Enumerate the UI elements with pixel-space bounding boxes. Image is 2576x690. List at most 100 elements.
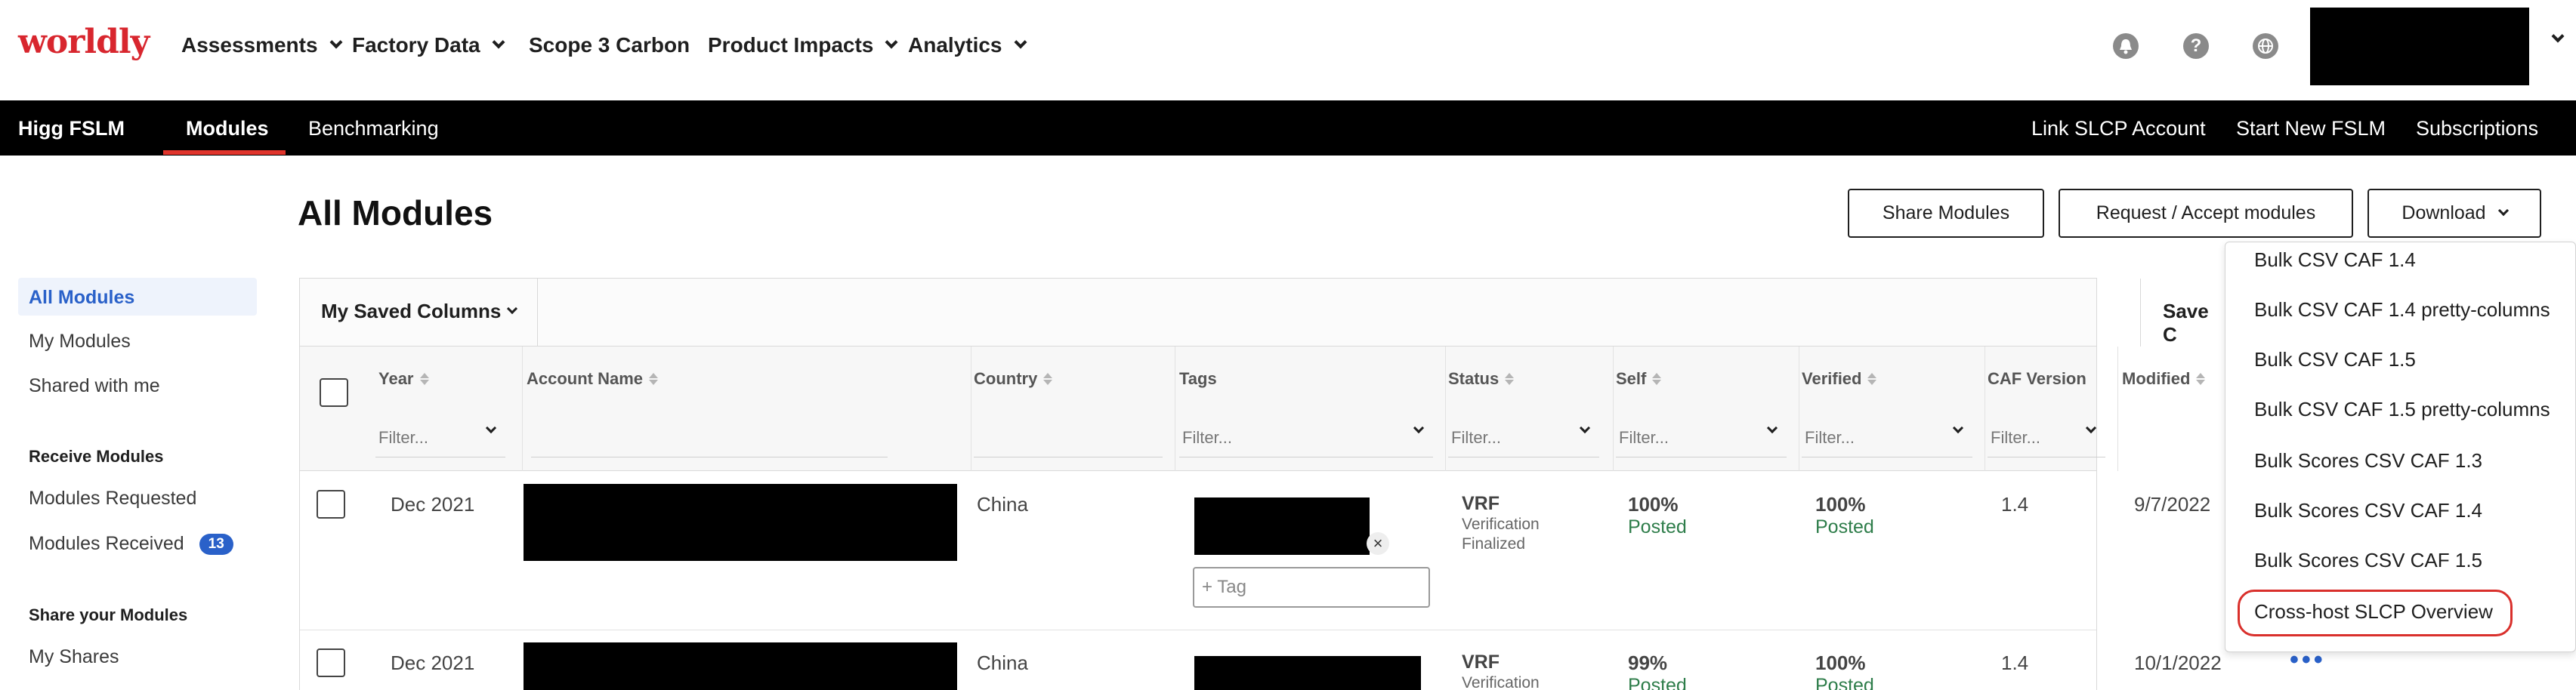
column-separator xyxy=(522,347,523,471)
table-row[interactable]: Dec 2021 China VRF Verification 99% Post… xyxy=(300,630,2323,690)
column-header-self[interactable]: Self xyxy=(1616,369,1662,389)
tab-modules[interactable]: Modules xyxy=(186,117,269,140)
sidebar-item-my-shares[interactable]: My Shares xyxy=(29,646,119,668)
status-label-line1: Verification xyxy=(1462,516,1540,533)
chevron-down-icon xyxy=(1014,35,1027,49)
subnav-brand[interactable]: Higg FSLM xyxy=(18,117,125,140)
menu-item-bulk-csv-caf-1-5-pretty[interactable]: Bulk CSV CAF 1.5 pretty-columns xyxy=(2254,398,2550,421)
share-modules-button[interactable]: Share Modules xyxy=(1848,189,2044,238)
row-self: 99% Posted xyxy=(1628,651,1687,690)
receive-modules-heading: Receive Modules xyxy=(29,447,164,466)
my-saved-columns-dropdown[interactable]: My Saved Columns xyxy=(321,300,518,323)
self-state: Posted xyxy=(1628,516,1687,538)
page-title: All Modules xyxy=(298,193,493,233)
remove-tag-icon[interactable]: × xyxy=(1367,532,1389,555)
caf-header-label: CAF Version xyxy=(1988,369,2086,388)
menu-item-bulk-scores-csv-caf-1-5[interactable]: Bulk Scores CSV CAF 1.5 xyxy=(2254,549,2482,572)
nav-scope3-carbon[interactable]: Scope 3 Carbon xyxy=(529,33,690,57)
menu-item-bulk-csv-caf-1-5[interactable]: Bulk CSV CAF 1.5 xyxy=(2254,348,2416,371)
sidebar-item-modules-requested[interactable]: Modules Requested xyxy=(29,488,196,510)
save-columns-button[interactable]: Save C xyxy=(2163,300,2209,347)
nav-factory-data[interactable]: Factory Data xyxy=(352,33,505,57)
status-code: VRF xyxy=(1462,651,1500,673)
self-state: Posted xyxy=(1628,675,1687,690)
globe-icon[interactable] xyxy=(2253,33,2278,59)
sidebar: All Modules My Modules Shared with me Re… xyxy=(0,156,272,690)
verified-filter-select[interactable]: Filter... xyxy=(1802,418,1972,457)
row-checkbox[interactable] xyxy=(317,648,345,677)
chevron-down-icon xyxy=(492,35,505,49)
nav-analytics[interactable]: Analytics xyxy=(908,33,1027,57)
account-name-filter-input[interactable] xyxy=(531,418,888,457)
add-tag-input[interactable]: + Tag xyxy=(1193,567,1430,608)
account-chevron-down-icon[interactable] xyxy=(2551,29,2565,43)
start-new-fslm-link[interactable]: Start New FSLM xyxy=(2236,117,2386,140)
self-percentage: 100% xyxy=(1628,493,1679,516)
active-tab-indicator xyxy=(163,150,286,155)
menu-item-bulk-scores-csv-caf-1-4[interactable]: Bulk Scores CSV CAF 1.4 xyxy=(2254,499,2482,522)
link-slcp-account-link[interactable]: Link SLCP Account xyxy=(2031,117,2206,140)
column-separator xyxy=(2117,347,2118,471)
sort-icon[interactable] xyxy=(2196,373,2206,385)
row-status: VRF Verification Finalized xyxy=(1462,493,1540,554)
modules-received-count-badge: 13 xyxy=(199,534,233,555)
caf-filter-select[interactable]: Filter... xyxy=(1988,418,2105,457)
status-filter-placeholder: Filter... xyxy=(1451,427,1502,447)
chevron-down-icon xyxy=(1579,422,1591,434)
row-verified: 100% Posted xyxy=(1815,651,1874,690)
verified-state: Posted xyxy=(1815,675,1874,690)
sort-icon[interactable] xyxy=(1652,373,1662,385)
share-your-modules-heading: Share your Modules xyxy=(29,605,188,624)
menu-item-cross-host-slcp-overview[interactable]: Cross-host SLCP Overview xyxy=(2254,600,2493,624)
country-header-label: Country xyxy=(974,369,1038,388)
sort-icon[interactable] xyxy=(1867,373,1877,385)
select-all-checkbox[interactable] xyxy=(320,378,348,407)
verified-state: Posted xyxy=(1815,516,1874,538)
account-name-redacted[interactable] xyxy=(524,484,957,561)
nav-assessments[interactable]: Assessments xyxy=(181,33,343,57)
country-filter-input[interactable] xyxy=(974,418,1163,457)
column-header-verified[interactable]: Verified xyxy=(1802,369,1877,389)
status-filter-select[interactable]: Filter... xyxy=(1448,418,1599,457)
nav-product-impacts[interactable]: Product Impacts xyxy=(708,33,898,57)
tags-filter-select[interactable]: Filter... xyxy=(1179,418,1433,457)
verified-header-label: Verified xyxy=(1802,369,1862,388)
user-account-redacted[interactable] xyxy=(2310,8,2529,85)
column-header-country[interactable]: Country xyxy=(974,369,1053,389)
sort-icon[interactable] xyxy=(1505,373,1515,385)
download-button[interactable]: Download xyxy=(2368,189,2541,238)
caf-filter-placeholder: Filter... xyxy=(1991,427,2041,447)
row-checkbox[interactable] xyxy=(317,490,345,519)
sidebar-item-modules-received[interactable]: Modules Received 13 xyxy=(29,533,233,555)
column-header-year[interactable]: Year xyxy=(378,369,429,389)
request-accept-modules-button[interactable]: Request / Accept modules xyxy=(2059,189,2353,238)
column-header-modified[interactable]: Modified xyxy=(2122,369,2206,389)
subscriptions-link[interactable]: Subscriptions xyxy=(2416,117,2538,140)
chevron-down-icon xyxy=(1952,422,1964,434)
column-header-account-name[interactable]: Account Name xyxy=(527,369,659,389)
sort-icon[interactable] xyxy=(1043,373,1053,385)
column-separator xyxy=(1613,347,1614,471)
self-header-label: Self xyxy=(1616,369,1647,388)
row-year: Dec 2021 xyxy=(391,651,475,674)
sort-icon[interactable] xyxy=(649,373,659,385)
account-name-redacted[interactable] xyxy=(524,642,957,690)
modules-table: My Saved Columns Save C Year Account Nam… xyxy=(299,278,2323,690)
table-row[interactable]: Dec 2021 China × + Tag VRF Verification … xyxy=(300,472,2210,630)
menu-item-bulk-csv-caf-1-4-pretty[interactable]: Bulk CSV CAF 1.4 pretty-columns xyxy=(2254,298,2550,322)
sidebar-item-shared-with-me[interactable]: Shared with me xyxy=(29,375,160,397)
menu-item-bulk-scores-csv-caf-1-3[interactable]: Bulk Scores CSV CAF 1.3 xyxy=(2254,449,2482,473)
row-modified: 10/1/2022 xyxy=(2134,651,2222,674)
menu-item-bulk-csv-caf-1-4[interactable]: Bulk CSV CAF 1.4 xyxy=(2254,248,2416,272)
nav-assessments-label: Assessments xyxy=(181,33,318,57)
sidebar-item-all-modules[interactable]: All Modules xyxy=(18,278,257,316)
tab-benchmarking[interactable]: Benchmarking xyxy=(308,117,439,140)
year-filter-select[interactable]: Filter... xyxy=(375,418,505,457)
help-icon[interactable]: ? xyxy=(2183,33,2209,59)
sort-icon[interactable] xyxy=(419,373,429,385)
sidebar-item-my-modules[interactable]: My Modules xyxy=(29,331,131,353)
column-header-status[interactable]: Status xyxy=(1448,369,1515,389)
bell-icon[interactable] xyxy=(2113,33,2139,59)
worldly-logo[interactable]: worldly xyxy=(18,23,150,61)
self-filter-select[interactable]: Filter... xyxy=(1616,418,1787,457)
